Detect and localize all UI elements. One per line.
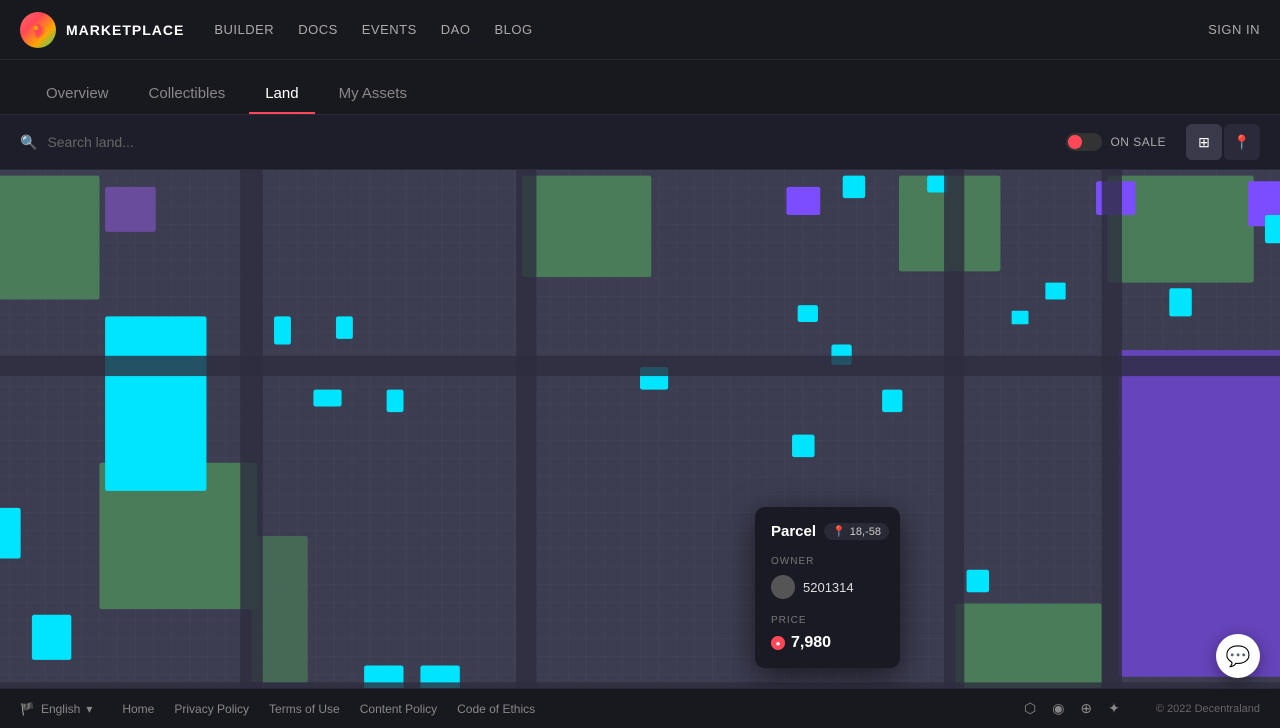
land-map[interactable] xyxy=(0,170,1280,688)
parcel-coords: 📍 18,-58 xyxy=(824,523,889,540)
parcel-popup: Parcel 📍 18,-58 OWNER 5201314 PRICE ● 7,… xyxy=(755,507,900,668)
owner-row: 5201314 xyxy=(771,575,884,599)
navbar: MARKETPLACE BUILDER DOCS EVENTS DAO BLOG… xyxy=(0,0,1280,60)
chat-button[interactable]: 💬 xyxy=(1216,634,1260,678)
on-sale-toggle[interactable]: ON SALE xyxy=(1066,133,1166,151)
grid-view-button[interactable]: ⊞ xyxy=(1186,124,1222,160)
nav-events[interactable]: EVENTS xyxy=(362,22,417,37)
copyright: © 2022 Decentraland xyxy=(1156,703,1260,715)
price-section: PRICE ● 7,980 xyxy=(771,615,884,652)
price-label: PRICE xyxy=(771,615,884,626)
mana-icon: ● xyxy=(771,636,785,650)
price-row: ● 7,980 xyxy=(771,634,884,652)
logo-icon xyxy=(20,12,56,48)
owner-section: OWNER 5201314 xyxy=(771,556,884,599)
sign-in-button[interactable]: SIGN IN xyxy=(1208,22,1260,37)
footer-content-policy[interactable]: Content Policy xyxy=(360,702,437,716)
map-container[interactable]: Parcel 📍 18,-58 OWNER 5201314 PRICE ● 7,… xyxy=(0,170,1280,688)
tab-collectibles[interactable]: Collectibles xyxy=(133,73,242,114)
search-input[interactable] xyxy=(47,134,1066,150)
toggle-knob xyxy=(1068,135,1082,149)
nav-links: BUILDER DOCS EVENTS DAO BLOG xyxy=(214,22,532,37)
owner-avatar xyxy=(771,575,795,599)
footer-privacy[interactable]: Privacy Policy xyxy=(174,702,249,716)
nav-dao[interactable]: DAO xyxy=(441,22,471,37)
nav-blog[interactable]: BLOG xyxy=(494,22,532,37)
logo-area[interactable]: MARKETPLACE xyxy=(20,12,184,48)
flag-icon: 🏴 xyxy=(20,702,35,716)
search-icon: 🔍 xyxy=(20,134,37,151)
tabs-bar: Overview Collectibles Land My Assets xyxy=(0,60,1280,115)
github-icon[interactable]: ⊕ xyxy=(1080,700,1092,717)
view-buttons: ⊞ 📍 xyxy=(1186,124,1260,160)
on-sale-pill[interactable] xyxy=(1066,133,1102,151)
tab-overview[interactable]: Overview xyxy=(30,73,125,114)
brand-name: MARKETPLACE xyxy=(66,22,184,38)
parcel-title: Parcel xyxy=(771,523,816,540)
map-view-button[interactable]: 📍 xyxy=(1224,124,1260,160)
footer-home[interactable]: Home xyxy=(122,702,154,716)
location-icon: 📍 xyxy=(832,525,846,538)
reddit-icon[interactable]: ◉ xyxy=(1052,700,1064,717)
owner-name: 5201314 xyxy=(803,580,854,595)
footer-code-of-ethics[interactable]: Code of Ethics xyxy=(457,702,535,716)
footer-links: Home Privacy Policy Terms of Use Content… xyxy=(122,702,535,716)
footer: 🏴 English ▾ Home Privacy Policy Terms of… xyxy=(0,688,1280,728)
nav-builder[interactable]: BUILDER xyxy=(214,22,274,37)
on-sale-label: ON SALE xyxy=(1110,135,1166,149)
tab-my-assets[interactable]: My Assets xyxy=(323,73,423,114)
parcel-header: Parcel 📍 18,-58 xyxy=(771,523,884,540)
footer-terms[interactable]: Terms of Use xyxy=(269,702,340,716)
chevron-down-icon: ▾ xyxy=(86,702,92,716)
nav-docs[interactable]: DOCS xyxy=(298,22,338,37)
search-bar: 🔍 ON SALE ⊞ 📍 xyxy=(0,115,1280,170)
owner-label: OWNER xyxy=(771,556,884,567)
language-selector[interactable]: 🏴 English ▾ xyxy=(20,702,92,716)
footer-social: ⬡ ◉ ⊕ ✦ © 2022 Decentraland xyxy=(1024,700,1260,717)
discord-icon[interactable]: ⬡ xyxy=(1024,700,1036,717)
twitter-icon[interactable]: ✦ xyxy=(1108,700,1120,717)
price-value: 7,980 xyxy=(791,634,831,652)
tab-land[interactable]: Land xyxy=(249,73,314,114)
